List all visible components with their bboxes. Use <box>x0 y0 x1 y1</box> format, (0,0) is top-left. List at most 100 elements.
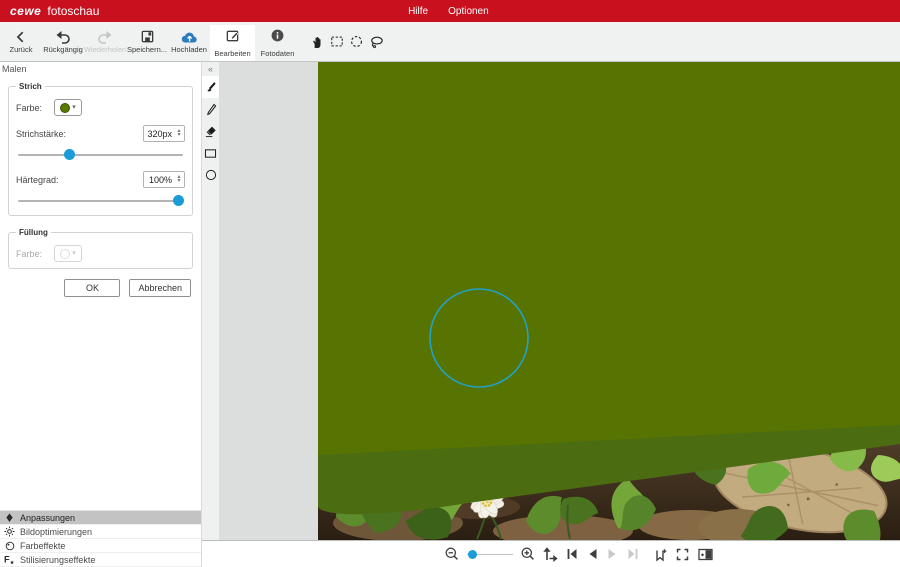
chevron-down-icon: ▾ <box>72 250 76 257</box>
fill-legend: Füllung <box>19 228 48 237</box>
prev-photo-button[interactable] <box>586 547 599 561</box>
accordion-label: Bildoptimierungen <box>20 526 93 537</box>
toolbar: Zurück Rückgängig Wiederholen Speichern.… <box>0 22 900 62</box>
upload-button[interactable]: Hochladen <box>168 22 210 61</box>
accordion-label: Farbeffekte <box>20 540 66 551</box>
fullscreen-button[interactable] <box>675 547 690 562</box>
selection-tools <box>308 22 385 61</box>
ellipse-icon <box>205 169 216 181</box>
stroke-group: Strich Farbe: ▾ Strichstärke: 320px ▴ ▾ … <box>8 82 193 216</box>
stroke-width-spinner[interactable]: 320px ▴ ▾ <box>143 125 185 142</box>
workspace[interactable] <box>219 62 900 540</box>
slider-thumb[interactable] <box>468 549 478 559</box>
svg-text:F: F <box>4 554 10 564</box>
rectangle-icon <box>204 148 217 158</box>
fill-group: Füllung Farbe: ▾ <box>8 228 193 269</box>
undo-button[interactable]: Rückgängig <box>42 22 84 61</box>
hand-tool-icon[interactable] <box>308 33 325 50</box>
rectangle-tool[interactable] <box>202 142 219 164</box>
sun-icon <box>4 526 15 537</box>
stroke-width-value: 320px <box>147 128 172 139</box>
undo-icon <box>55 30 71 44</box>
paint-stroke-overlay <box>318 62 900 515</box>
compare-view-button[interactable] <box>697 547 714 562</box>
first-photo-button[interactable] <box>565 547 579 561</box>
statusbar <box>202 540 900 567</box>
last-photo-button[interactable] <box>626 547 640 561</box>
stroke-width-label: Strichstärke: <box>16 128 67 139</box>
save-label: Speichern... <box>126 45 168 54</box>
brand-name: fotoschau <box>47 4 100 18</box>
panel-title: Malen <box>2 64 27 74</box>
fill-color-label: Farbe: <box>16 248 43 259</box>
rect-select-icon[interactable] <box>328 33 345 50</box>
hardness-slider[interactable] <box>18 195 185 206</box>
menu-hilfe[interactable]: Hilfe <box>408 6 428 17</box>
edit-icon <box>225 28 240 48</box>
collapse-panel-icon[interactable]: « <box>202 62 219 76</box>
tab-fotodaten[interactable]: Fotodaten <box>255 25 300 61</box>
redo-label: Wiederholen <box>83 44 127 54</box>
fit-view-button[interactable] <box>542 546 558 562</box>
back-label: Zurück <box>9 44 33 54</box>
paint-tool-strip: « <box>202 62 219 540</box>
brand-script: cewe <box>10 4 42 18</box>
redo-button[interactable]: Wiederholen <box>84 22 126 61</box>
stroke-width-slider[interactable] <box>18 149 183 160</box>
slider-thumb[interactable] <box>64 149 76 160</box>
next-photo-button[interactable] <box>606 547 619 561</box>
photo-canvas[interactable] <box>318 62 900 540</box>
hardness-label: Härtegrad: <box>16 174 59 185</box>
save-button[interactable]: Speichern... <box>126 22 168 61</box>
left-sidebar: Malen Strich Farbe: ▾ Strichstärke: 320p… <box>0 62 202 567</box>
lasso-icon[interactable] <box>368 33 385 50</box>
stroke-color-dropdown[interactable]: ▾ <box>54 99 83 116</box>
tab-bearbeiten[interactable]: Bearbeiten <box>210 25 255 61</box>
info-icon <box>270 28 285 48</box>
accordion-anpassungen[interactable]: Anpassungen <box>0 511 201 525</box>
titlebar: cewe fotoschau Hilfe Optionen <box>0 0 900 22</box>
back-button[interactable]: Zurück <box>0 22 42 61</box>
stroke-legend: Strich <box>19 82 42 91</box>
stroke-color-label: Farbe: <box>16 102 43 113</box>
eraser-icon <box>205 126 216 137</box>
hardness-spinner[interactable]: 100% ▴ ▾ <box>143 171 185 188</box>
upload-label: Hochladen <box>171 44 207 54</box>
zoom-in-button[interactable] <box>520 546 536 562</box>
stroke-color-swatch <box>60 102 71 113</box>
tab-fotodaten-label: Fotodaten <box>260 49 295 58</box>
accordion-stilisierungseffekte[interactable]: F Stilisierungseffekte <box>0 553 201 567</box>
crop-button[interactable] <box>653 547 668 562</box>
spinner-arrows-icon[interactable]: ▴ ▾ <box>174 174 184 183</box>
fill-color-dropdown[interactable]: ▾ <box>54 245 83 262</box>
accordion-bildoptimierungen[interactable]: Bildoptimierungen <box>0 525 201 539</box>
effects-accordion: Anpassungen Bildoptimierungen Farbeffekt… <box>0 510 201 567</box>
cancel-button[interactable]: Abbrechen <box>129 279 191 297</box>
zoom-slider[interactable] <box>466 549 513 559</box>
brush-tool[interactable] <box>202 76 219 98</box>
save-icon <box>140 29 155 44</box>
menu-optionen[interactable]: Optionen <box>448 6 489 17</box>
zoom-out-button[interactable] <box>444 546 460 562</box>
redo-icon <box>97 30 113 44</box>
brush-icon <box>207 81 216 91</box>
back-icon <box>14 30 28 44</box>
eraser-tool[interactable] <box>202 120 219 142</box>
ellipse-tool[interactable] <box>202 164 219 186</box>
pencil-tool[interactable] <box>202 98 219 120</box>
ok-button[interactable]: OK <box>64 279 121 297</box>
spinner-arrows-icon[interactable]: ▴ ▾ <box>174 128 184 137</box>
slider-track <box>18 200 183 202</box>
color-wheel-icon <box>4 541 15 551</box>
slider-thumb[interactable] <box>173 195 185 206</box>
tab-bearbeiten-label: Bearbeiten <box>214 49 251 58</box>
hardness-value: 100% <box>148 174 172 185</box>
accordion-farbeffekte[interactable]: Farbeffekte <box>0 539 201 553</box>
undo-label: Rückgängig <box>43 44 83 54</box>
accordion-label: Stilisierungseffekte <box>20 554 96 565</box>
pencil-icon <box>206 103 216 115</box>
brand-logo: cewe fotoschau <box>10 4 99 18</box>
ellipse-select-icon[interactable] <box>348 33 365 50</box>
upload-cloud-icon <box>181 30 198 44</box>
menubar: Hilfe Optionen <box>408 6 489 17</box>
